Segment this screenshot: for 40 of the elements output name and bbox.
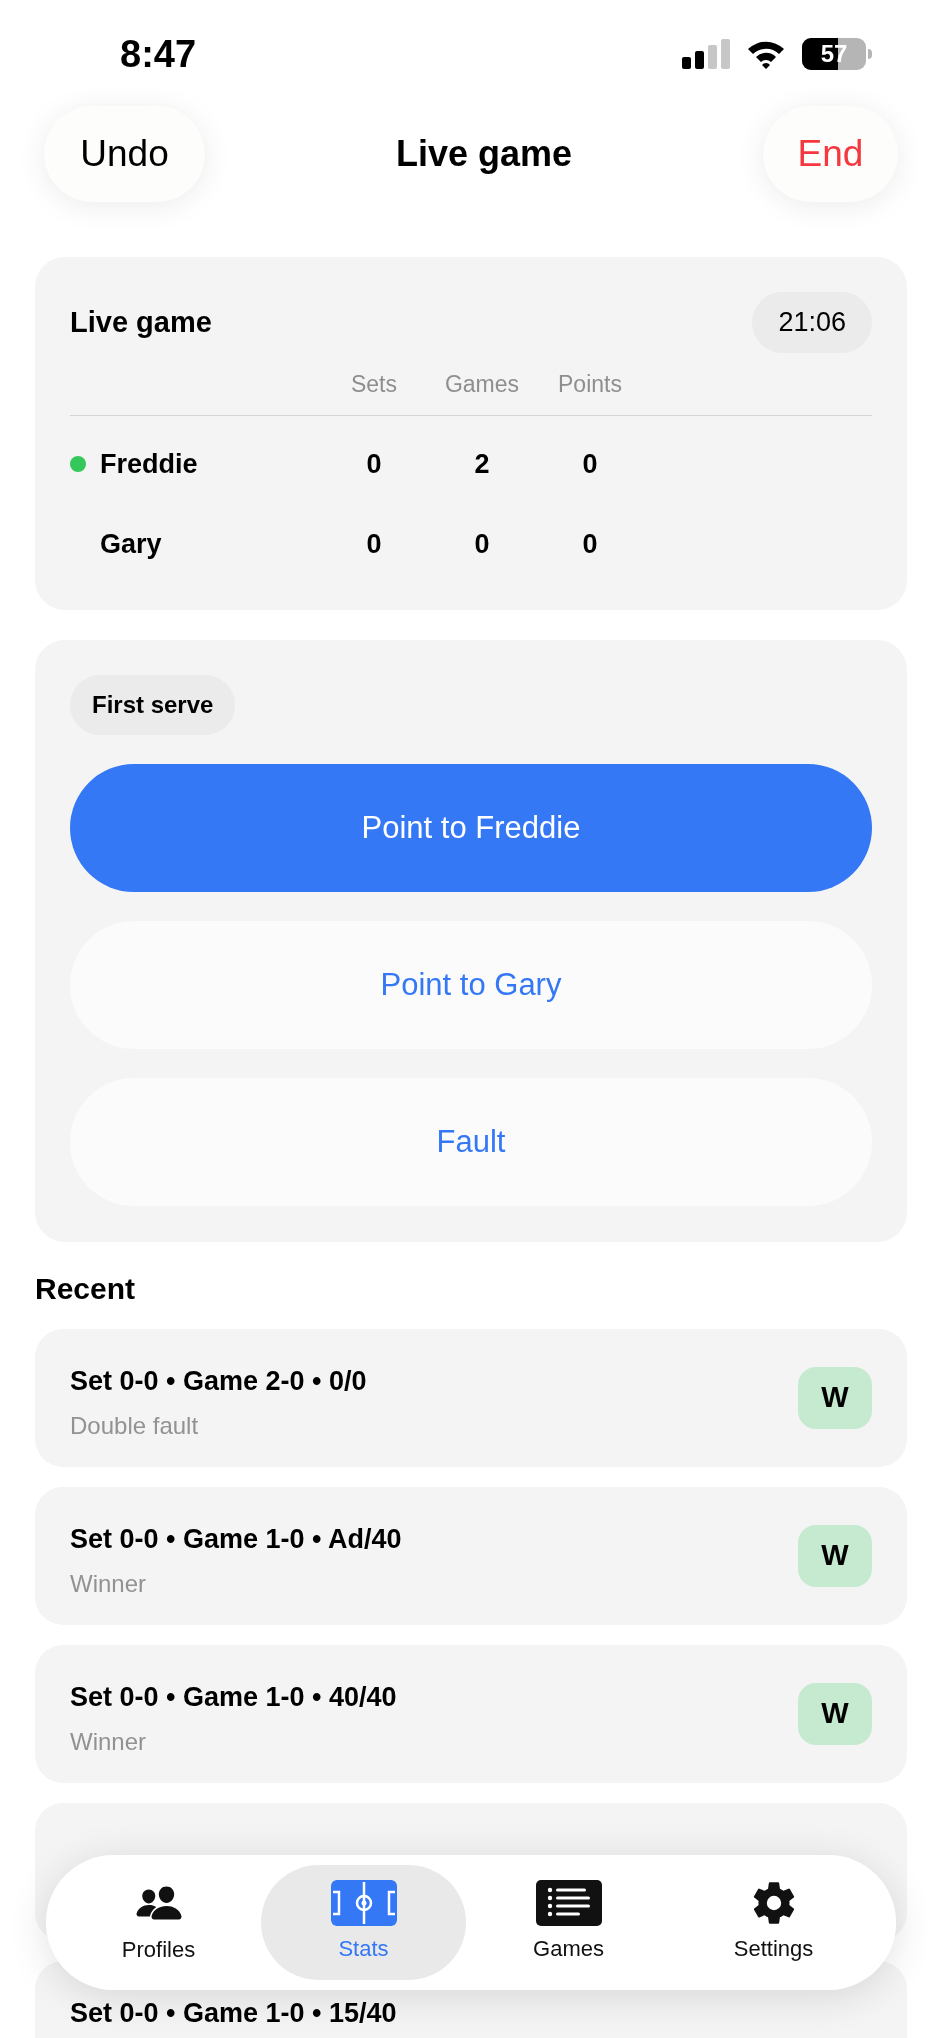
tab-button[interactable]: Settings [671, 1865, 876, 1980]
result-badge: W [798, 1525, 872, 1587]
point-title: Set 0-0 • Game 1-0 • Ad/40 [70, 1523, 402, 1556]
result-badge: W [798, 1683, 872, 1745]
player-name: Freddie [100, 447, 198, 481]
status-time: 8:47 [120, 31, 197, 77]
point-button[interactable]: Fault [70, 1078, 872, 1206]
score-cell-text: 0 [365, 447, 383, 481]
column-header: Games [443, 369, 521, 399]
court-icon [330, 1880, 397, 1926]
scoreboard-title: Live game [70, 304, 212, 340]
point-title: Set 0-0 • Game 1-0 • 40/40 [70, 1681, 397, 1714]
point-title: Set 0-0 • Game 1-0 • 15/40 [70, 1997, 397, 2030]
end-button[interactable]: End [763, 106, 898, 202]
serve-badge: First serve [70, 675, 236, 735]
wifi-icon [746, 39, 786, 69]
point-subtitle: Winner [70, 1726, 148, 1757]
point-subtitle: Winner [70, 1568, 148, 1599]
tab-button[interactable]: Profiles [56, 1865, 261, 1980]
score-cell-text: 0 [581, 527, 599, 561]
page-title: Live game [395, 132, 573, 176]
timer-badge: 21:06 [752, 292, 872, 353]
score-cell-text: 0 [581, 447, 599, 481]
column-header: Sets [350, 369, 398, 399]
signal-icon [682, 39, 730, 69]
tab-button[interactable]: Games [466, 1865, 671, 1980]
point-button[interactable]: Point to Gary [70, 921, 872, 1049]
player-name: Gary [100, 527, 162, 561]
result-badge: W [798, 1367, 872, 1429]
column-header: Points [557, 369, 623, 399]
score-cell-text: 0 [473, 527, 491, 561]
undo-button[interactable]: Undo [44, 106, 205, 202]
score-cell-text: 2 [473, 447, 491, 481]
list-icon [535, 1880, 602, 1926]
point-button[interactable]: Point to Freddie [70, 764, 872, 892]
point-subtitle: Double fault [70, 1410, 200, 1441]
score-cell-text: 0 [365, 527, 383, 561]
point-title: Set 0-0 • Game 2-0 • 0/0 [70, 1365, 367, 1398]
recent-heading: Recent [35, 1271, 137, 1307]
tab-button[interactable]: Stats [261, 1865, 466, 1980]
